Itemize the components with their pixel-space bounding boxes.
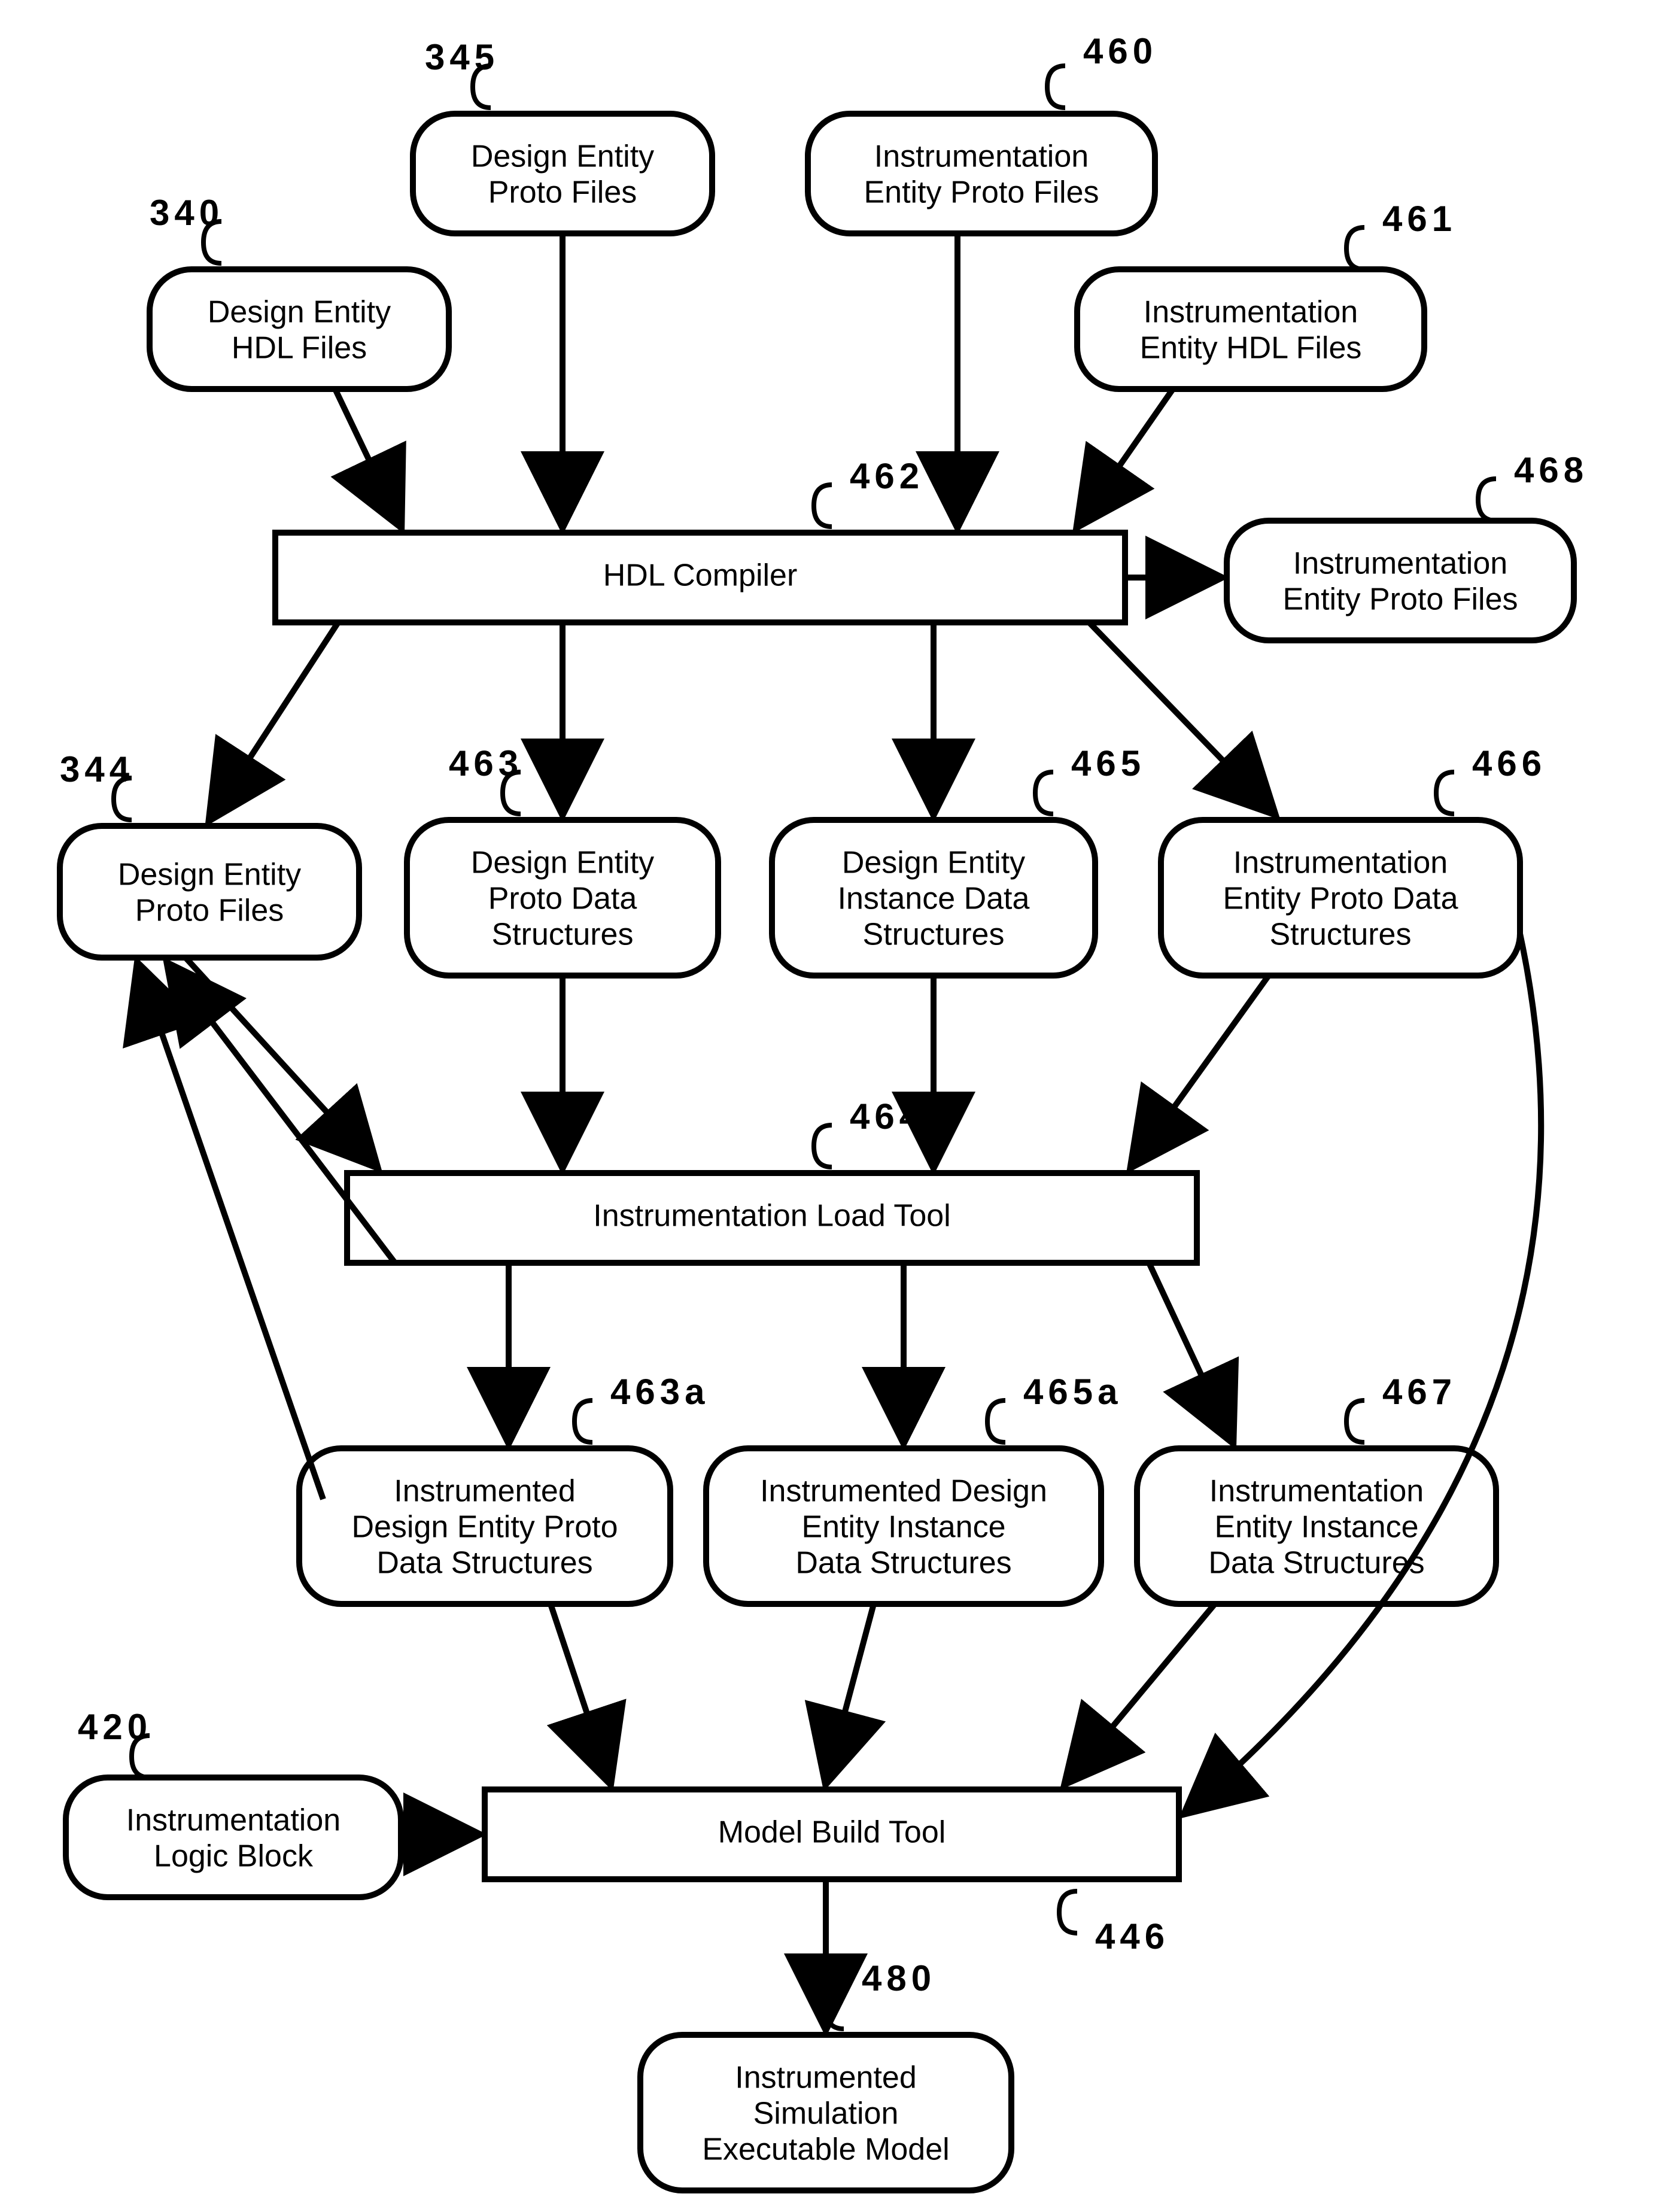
node-ref: 462 — [850, 456, 924, 496]
node-instr-design-entity-instance-465a: Instrumented Design Entity Instance Data… — [706, 1448, 1101, 1604]
node-label: HDL Compiler — [603, 558, 798, 593]
node-instr-design-entity-proto-463a: Instrumented Design Entity Proto Data St… — [299, 1448, 670, 1604]
node-label: Entity HDL Files — [1140, 331, 1362, 366]
node-label: Design Entity — [842, 846, 1025, 880]
node-label: Data Structures — [795, 1546, 1011, 1581]
node-instrumented-sim-exec-model-480: Instrumented Simulation Executable Model — [640, 2035, 1011, 2190]
node-ref: 466 — [1472, 743, 1546, 783]
node-instrumentation-load-tool-464: Instrumentation Load Tool — [347, 1173, 1197, 1263]
node-label: Entity Instance — [801, 1510, 1005, 1545]
node-label: Model Build Tool — [718, 1815, 946, 1850]
node-ref: 344 — [60, 749, 134, 789]
node-label: Instrumentation — [1144, 295, 1358, 330]
node-label: Design Entity — [471, 846, 654, 880]
node-label: Instrumentation — [874, 139, 1089, 174]
node-label: Instrumentation — [126, 1803, 341, 1838]
edge — [168, 964, 395, 1263]
node-design-entity-instance-data-465: Design Entity Instance Data Structures — [772, 820, 1095, 976]
node-instrumentation-logic-block-420: Instrumentation Logic Block — [66, 1778, 401, 1897]
node-ref: 463 — [449, 743, 523, 783]
node-hdl-compiler-462: HDL Compiler — [275, 533, 1125, 622]
node-ref: 460 — [1083, 31, 1157, 71]
node-ref: 465 — [1071, 743, 1145, 783]
node-label: Instrumented — [735, 2061, 917, 2095]
node-design-entity-proto-files-345: Design Entity Proto Files — [413, 114, 712, 233]
node-label: Instance Data — [838, 882, 1030, 916]
node-instrumentation-entity-proto-data-466: Instrumentation Entity Proto Data Struct… — [1161, 820, 1520, 976]
node-label: Entity Instance — [1214, 1510, 1418, 1545]
edge — [551, 1604, 610, 1783]
node-ref: 463a — [610, 1372, 709, 1412]
node-label: Data Structures — [1208, 1546, 1424, 1581]
node-label: Data Structures — [376, 1546, 592, 1581]
node-label: Design Entity Proto — [351, 1510, 618, 1545]
node-design-entity-proto-data-463: Design Entity Proto Data Structures — [407, 820, 718, 976]
node-model-build-tool-446: Model Build Tool — [485, 1789, 1179, 1879]
node-label: Executable Model — [702, 2132, 949, 2167]
node-label: Design Entity — [208, 295, 391, 330]
node-label: Simulation — [753, 2096, 899, 2131]
node-label: Proto Files — [488, 175, 637, 210]
edge — [335, 389, 401, 527]
edge — [1149, 1263, 1233, 1442]
node-label: Instrumentation — [1293, 546, 1507, 581]
node-label: Proto Files — [135, 894, 284, 928]
node-label: Structures — [492, 917, 634, 952]
edge — [1065, 1604, 1215, 1783]
node-label: Instrumentation Load Tool — [593, 1199, 950, 1233]
node-label: Structures — [863, 917, 1005, 952]
node-instrumentation-entity-proto-files-468: Instrumentation Entity Proto Files — [1227, 521, 1574, 640]
node-instrumentation-entity-hdl-files-461: Instrumentation Entity HDL Files — [1077, 269, 1424, 389]
edge — [186, 958, 377, 1167]
node-design-entity-proto-files-344: Design Entity Proto Files — [60, 826, 359, 958]
node-ref: 465a — [1023, 1372, 1122, 1412]
node-label: Design Entity — [471, 139, 654, 174]
node-label: Entity Proto Data — [1223, 882, 1458, 916]
node-ref: 464 — [850, 1096, 924, 1137]
node-ref: 468 — [1514, 450, 1588, 490]
node-instrumentation-entity-proto-files-460: Instrumentation Entity Proto Files — [808, 114, 1155, 233]
node-instr-entity-instance-467: Instrumentation Entity Instance Data Str… — [1137, 1448, 1496, 1604]
node-label: Instrumentation — [1233, 846, 1448, 880]
node-label: Instrumentation — [1209, 1474, 1424, 1509]
node-ref: 345 — [425, 37, 499, 77]
edge — [1185, 934, 1541, 1813]
node-label: Entity Proto Files — [864, 175, 1099, 210]
node-label: Instrumented — [394, 1474, 576, 1509]
node-label: HDL Files — [232, 331, 367, 366]
node-ref: 340 — [150, 193, 224, 233]
node-ref: 461 — [1382, 199, 1457, 239]
node-design-entity-hdl-files-340: Design Entity HDL Files — [150, 269, 449, 389]
node-label: Entity Proto Files — [1282, 582, 1518, 617]
edge — [209, 622, 338, 820]
edge — [826, 1604, 874, 1783]
edge — [1131, 976, 1269, 1167]
edge — [1089, 622, 1275, 814]
node-label: Logic Block — [154, 1839, 314, 1874]
edge — [1077, 389, 1173, 527]
node-ref: 480 — [862, 1958, 936, 1998]
node-label: Structures — [1270, 917, 1412, 952]
node-ref: 420 — [78, 1707, 152, 1747]
flowchart-diagram: Design Entity Proto Files 345 Instrument… — [0, 0, 1669, 2212]
node-label: Design Entity — [118, 858, 301, 892]
node-ref: 467 — [1382, 1372, 1457, 1412]
node-label: Instrumented Design — [760, 1474, 1047, 1509]
node-ref: 446 — [1095, 1916, 1169, 1956]
node-label: Proto Data — [488, 882, 637, 916]
